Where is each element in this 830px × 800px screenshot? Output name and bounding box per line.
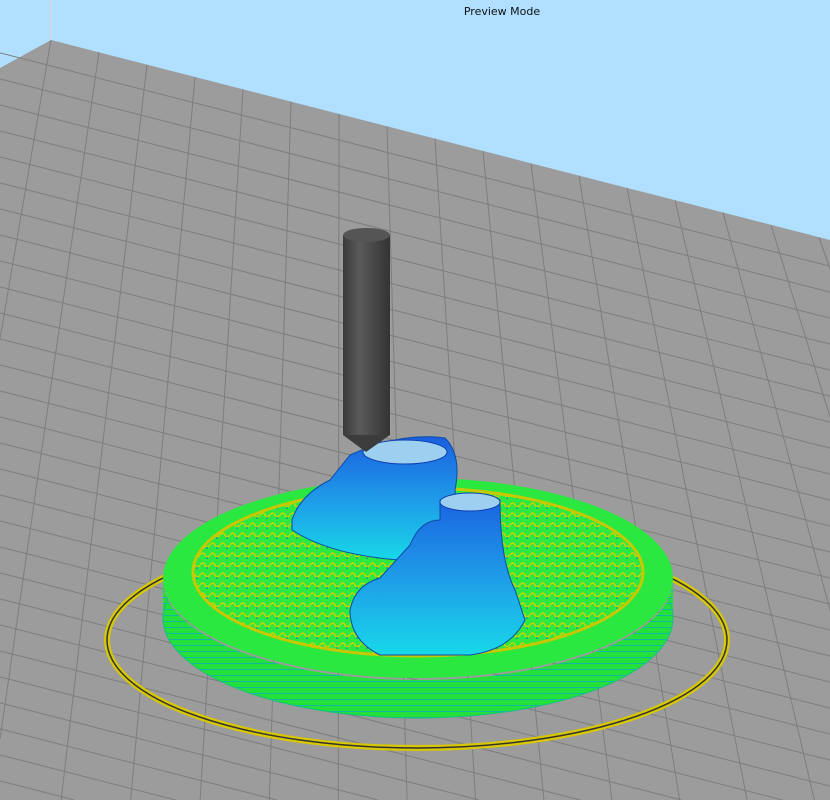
3d-preview-viewport[interactable] xyxy=(0,0,830,800)
nozzle-icon xyxy=(343,228,390,452)
preview-mode-label: Preview Mode xyxy=(463,5,541,18)
